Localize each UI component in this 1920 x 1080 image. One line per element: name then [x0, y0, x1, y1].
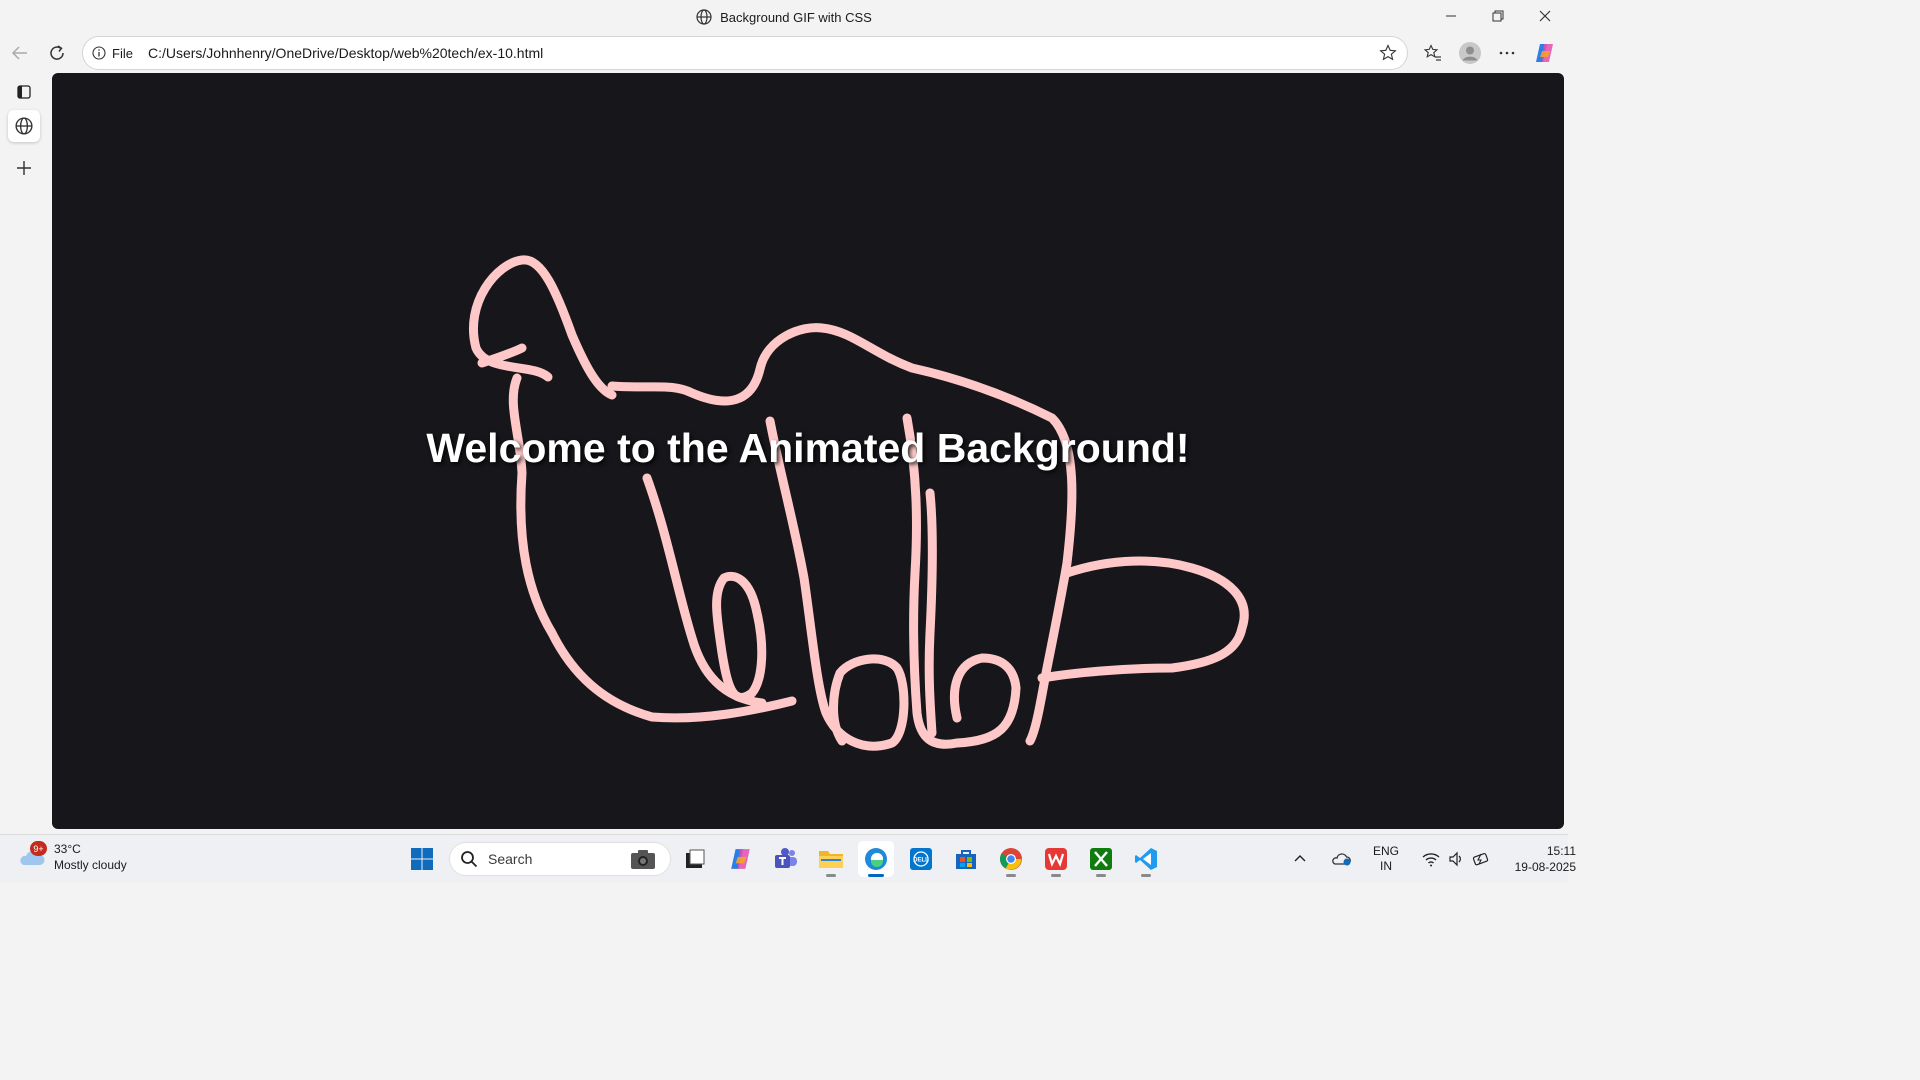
favorites-list-icon [1424, 44, 1441, 61]
weather-temperature: 33°C [54, 842, 81, 856]
page-viewport: Welcome to the Animated Background! [52, 73, 1564, 829]
taskbar-search[interactable]: Search [449, 842, 671, 876]
site-info-button[interactable]: File [92, 46, 133, 61]
search-placeholder: Search [488, 851, 533, 867]
running-indicator [1096, 874, 1106, 877]
vertical-tabs-sidebar [0, 74, 50, 834]
refresh-button[interactable] [42, 38, 72, 68]
quick-settings-button[interactable] [1422, 851, 1490, 867]
profile-button[interactable] [1455, 38, 1485, 68]
vscode-button[interactable] [1128, 841, 1164, 877]
info-icon [92, 46, 106, 60]
close-icon [1539, 10, 1550, 22]
tab-current-page[interactable] [8, 110, 40, 142]
teams-icon [775, 848, 797, 868]
taskbar: 9+ 33°C Mostly cloudy Search DELL ENG IN… [0, 834, 1576, 882]
start-button[interactable] [404, 841, 440, 877]
globe-icon [696, 9, 712, 25]
xbox-button[interactable] [1083, 841, 1119, 877]
onedrive-icon [1332, 853, 1351, 866]
new-tab-button[interactable] [8, 152, 40, 184]
wps-icon [1045, 848, 1067, 870]
running-indicator [868, 874, 884, 877]
language-code: ENG [1372, 844, 1399, 858]
battery-icon [1472, 853, 1489, 866]
avatar-icon [1459, 42, 1481, 64]
chrome-button[interactable] [993, 841, 1029, 877]
restore-icon [1492, 10, 1503, 22]
title-bar: Background GIF with CSS [0, 0, 1568, 34]
globe-icon [15, 117, 33, 135]
close-button[interactable] [1521, 0, 1568, 32]
volume-icon [1449, 851, 1461, 867]
refresh-icon [50, 45, 64, 60]
vscode-icon [1135, 848, 1157, 870]
file-label: File [112, 45, 133, 61]
xbox-icon [1090, 848, 1112, 870]
back-arrow-icon [11, 46, 27, 60]
back-button[interactable] [5, 38, 35, 68]
edge-icon [865, 848, 887, 870]
notification-badge: 9+ [30, 841, 47, 856]
clock-time: 15:11 [1546, 844, 1576, 858]
copilot-icon [731, 849, 750, 869]
dell-icon: DELL [910, 848, 932, 870]
weather-icon-wrap: 9+ [18, 841, 47, 871]
windows-logo-icon [411, 848, 433, 870]
running-indicator [1051, 874, 1061, 877]
running-indicator [1141, 874, 1151, 877]
chrome-icon [1000, 848, 1022, 870]
settings-more-button[interactable] [1492, 38, 1522, 68]
favorite-button[interactable] [1379, 44, 1397, 67]
tab-actions-button[interactable] [8, 76, 40, 108]
minimize-icon [1445, 15, 1456, 17]
favorites-button[interactable] [1418, 38, 1448, 68]
more-icon [1499, 51, 1515, 55]
copilot-taskbar-button[interactable] [723, 841, 759, 877]
store-button[interactable] [948, 841, 984, 877]
file-explorer-button[interactable] [813, 841, 849, 877]
task-view-button[interactable] [677, 841, 713, 877]
system-tray: ENG IN 15:11 19-08-2025 [1288, 835, 1576, 883]
chevron-up-icon [1294, 855, 1306, 862]
copilot-button[interactable] [1530, 38, 1560, 68]
dell-button[interactable]: DELL [903, 841, 939, 877]
star-icon [1379, 44, 1397, 61]
restore-button[interactable] [1474, 0, 1521, 32]
camera-icon [631, 850, 655, 869]
store-icon [956, 850, 976, 869]
plus-icon [17, 161, 31, 175]
running-indicator [1006, 874, 1016, 877]
folder-icon [819, 851, 843, 868]
copilot-icon [1536, 44, 1553, 62]
language-indicator[interactable]: ENG IN [1364, 844, 1408, 874]
weather-widget[interactable]: 9+ 33°C Mostly cloudy [18, 841, 127, 873]
window-title: Background GIF with CSS [720, 9, 872, 25]
task-view-icon [686, 849, 705, 868]
minimize-button[interactable] [1427, 0, 1474, 32]
onedrive-button[interactable] [1322, 851, 1362, 867]
running-indicator [826, 874, 836, 877]
address-bar[interactable]: File C:/Users/Johnhenry/OneDrive/Desktop… [82, 36, 1408, 70]
hand-outline [469, 255, 1249, 751]
search-icon [461, 851, 478, 868]
weather-condition: Mostly cloudy [54, 858, 127, 872]
tabs-icon [17, 85, 31, 99]
language-region: IN [1380, 859, 1392, 873]
show-hidden-icons-button[interactable] [1288, 853, 1312, 865]
navigation-bar: File C:/Users/Johnhenry/OneDrive/Desktop… [0, 36, 1568, 70]
url-text[interactable]: C:/Users/Johnhenry/OneDrive/Desktop/web%… [148, 45, 543, 61]
page-heading: Welcome to the Animated Background! [426, 425, 1190, 471]
wifi-icon [1422, 853, 1440, 867]
clock[interactable]: 15:11 19-08-2025 [1512, 843, 1576, 875]
clock-date: 19-08-2025 [1514, 860, 1576, 874]
teams-button[interactable] [768, 841, 804, 877]
wps-office-button[interactable] [1038, 841, 1074, 877]
edge-button[interactable] [858, 841, 894, 877]
svg-text:DELL: DELL [913, 858, 929, 864]
